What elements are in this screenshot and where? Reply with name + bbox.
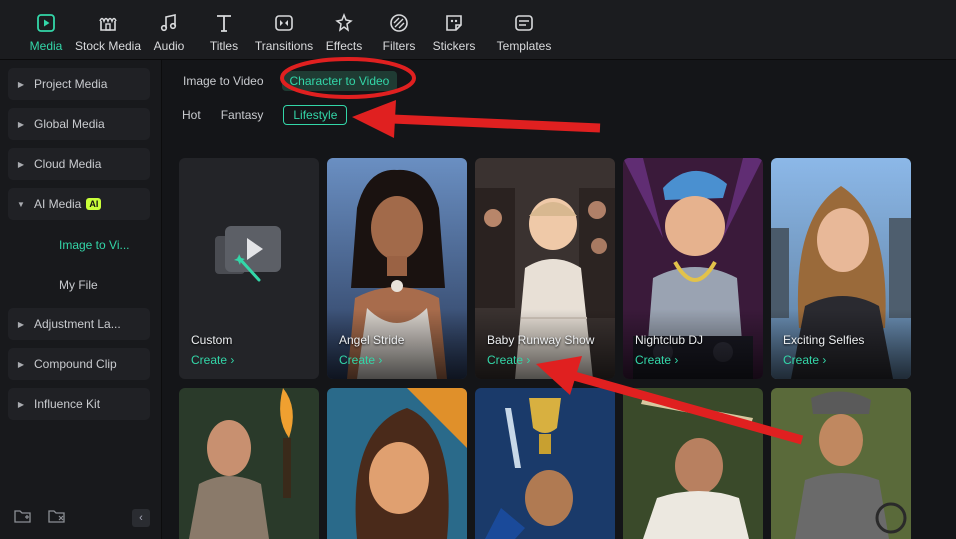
stock-media-icon <box>97 12 119 34</box>
sidebar-item-label: Global Media <box>34 117 105 131</box>
card-title: Angel Stride <box>339 333 405 347</box>
ai-badge: AI <box>86 198 102 210</box>
template-card-sunset-portrait[interactable] <box>327 388 467 539</box>
category-fantasy[interactable]: Fantasy <box>221 108 264 122</box>
sidebar-item-influence-kit[interactable]: ▶ Influence Kit <box>8 388 150 420</box>
card-title: Exciting Selfies <box>783 333 865 347</box>
templates-icon <box>513 12 535 34</box>
titles-icon <box>213 12 235 34</box>
sidebar-item-label: Compound Clip <box>34 357 117 371</box>
stickers-icon <box>443 12 465 34</box>
caret-right-icon: ▶ <box>17 79 25 89</box>
filters-icon <box>388 12 410 34</box>
caret-right-icon: ▶ <box>17 159 25 169</box>
sidebar-item-compound-clip[interactable]: ▶ Compound Clip <box>8 348 150 380</box>
card-create-link[interactable]: Create › <box>487 353 530 367</box>
tab-character-to-video[interactable]: Character to Video <box>281 71 398 91</box>
card-create-link[interactable]: Create › <box>191 353 234 367</box>
sidebar-item-label: Adjustment La... <box>34 317 121 331</box>
template-card-cyclist[interactable] <box>771 388 911 539</box>
template-card-nightclub-dj[interactable]: Nightclub DJ Create › <box>623 158 763 379</box>
toolbar-label: Transitions <box>254 39 314 53</box>
category-lifestyle[interactable]: Lifestyle <box>283 105 348 125</box>
sidebar-subitem-image-to-video[interactable]: Image to Vi... <box>59 238 129 252</box>
toolbar-label: Templates <box>496 39 552 53</box>
main-panel: Image to Video Character to Video Hot Fa… <box>163 60 956 539</box>
card-title: Custom <box>191 333 233 347</box>
sidebar-item-label: AI Media <box>34 197 82 211</box>
toolbar-label: Effects <box>325 39 363 53</box>
sidebar-item-label: Influence Kit <box>34 397 101 411</box>
torch-thumbnail <box>179 388 319 539</box>
template-card-cricket[interactable] <box>623 388 763 539</box>
toolbar-filters[interactable]: Filters <box>374 0 424 60</box>
sidebar-item-label: Cloud Media <box>34 157 102 171</box>
sidebar-item-cloud-media[interactable]: ▶ Cloud Media <box>8 148 150 180</box>
toolbar-templates[interactable]: Templates <box>484 0 564 60</box>
toolbar-audio[interactable]: Audio <box>144 0 194 60</box>
card-create-link[interactable]: Create › <box>783 353 826 367</box>
audio-icon <box>158 12 180 34</box>
sidebar-item-ai-media[interactable]: ▼ AI Media AI <box>8 188 150 220</box>
caret-right-icon: ▶ <box>17 359 25 369</box>
toolbar-label: Audio <box>153 39 185 53</box>
template-card-baby-runway-show[interactable]: Baby Runway Show Create › <box>475 158 615 379</box>
new-folder-icon[interactable] <box>14 508 32 529</box>
toolbar-stickers[interactable]: Stickers <box>424 0 484 60</box>
card-title: Baby Runway Show <box>487 333 595 347</box>
sidebar-item-adjustment-layer[interactable]: ▶ Adjustment La... <box>8 308 150 340</box>
tab-image-to-video[interactable]: Image to Video <box>183 74 264 88</box>
toolbar-transitions[interactable]: Transitions <box>254 0 314 60</box>
media-icon <box>35 12 57 34</box>
template-card-exciting-selfies[interactable]: Exciting Selfies Create › <box>771 158 911 379</box>
caret-right-icon: ▶ <box>17 399 25 409</box>
collapse-sidebar-button[interactable]: ‹ <box>132 509 150 527</box>
sidebar-footer <box>14 508 66 529</box>
toolbar-media[interactable]: Media <box>20 0 72 60</box>
cricket-thumbnail <box>623 388 763 539</box>
template-card-custom[interactable]: Custom Create › <box>179 158 319 379</box>
toolbar-stock-media[interactable]: Stock Media <box>72 0 144 60</box>
template-card-trophy[interactable] <box>475 388 615 539</box>
sunset-portrait-thumbnail <box>327 388 467 539</box>
toolbar-effects[interactable]: Effects <box>314 0 374 60</box>
sidebar-item-global-media[interactable]: ▶ Global Media <box>8 108 150 140</box>
sidebar-item-label: Project Media <box>34 77 108 91</box>
card-create-link[interactable]: Create › <box>339 353 382 367</box>
sidebar-subitem-my-file[interactable]: My File <box>59 278 98 292</box>
cyclist-thumbnail <box>771 388 911 539</box>
transitions-icon <box>273 12 295 34</box>
template-card-torch[interactable] <box>179 388 319 539</box>
template-card-angel-stride[interactable]: Angel Stride Create › <box>327 158 467 379</box>
delete-folder-icon[interactable] <box>48 508 66 529</box>
toolbar-label: Media <box>29 39 63 53</box>
sidebar: ▶ Project Media ▶ Global Media ▶ Cloud M… <box>0 60 162 539</box>
top-toolbar: Media Stock Media Audio Titles Transitio… <box>0 0 956 60</box>
caret-down-icon: ▼ <box>17 199 25 209</box>
effects-icon <box>333 12 355 34</box>
toolbar-label: Titles <box>209 39 239 53</box>
toolbar-titles[interactable]: Titles <box>194 0 254 60</box>
toolbar-label: Stickers <box>432 39 476 53</box>
sidebar-item-project-media[interactable]: ▶ Project Media <box>8 68 150 100</box>
category-hot[interactable]: Hot <box>182 108 201 122</box>
trophy-thumbnail <box>475 388 615 539</box>
toolbar-label: Stock Media <box>74 39 142 53</box>
source-tabs: Image to Video Character to Video <box>183 71 398 91</box>
category-filters: Hot Fantasy Lifestyle <box>182 105 348 125</box>
card-title: Nightclub DJ <box>635 333 704 347</box>
caret-right-icon: ▶ <box>17 119 25 129</box>
chevron-left-icon: ‹ <box>139 512 143 524</box>
caret-right-icon: ▶ <box>17 319 25 329</box>
toolbar-label: Filters <box>382 39 416 53</box>
card-create-link[interactable]: Create › <box>635 353 678 367</box>
